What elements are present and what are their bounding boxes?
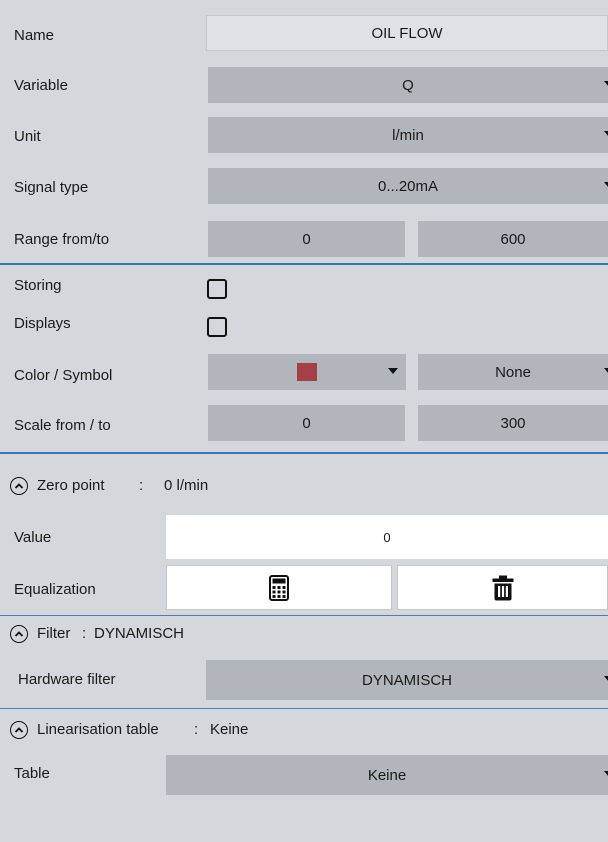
hardware-filter-label: Hardware filter bbox=[18, 671, 116, 688]
symbol-select[interactable]: None bbox=[418, 354, 608, 390]
range-from-input[interactable]: 0 bbox=[208, 221, 405, 257]
range-to-value: 600 bbox=[500, 230, 526, 248]
name-value: OIL FLOW bbox=[371, 24, 443, 42]
color-symbol-label: Color / Symbol bbox=[14, 367, 113, 384]
range-label: Range from/to bbox=[14, 231, 110, 248]
hardware-filter-select[interactable]: DYNAMISCH bbox=[206, 660, 608, 700]
variable-value: Q bbox=[402, 76, 414, 94]
delete-button[interactable] bbox=[397, 565, 608, 610]
linearisation-title: Linearisation table bbox=[37, 721, 159, 738]
chevron-down-icon bbox=[604, 771, 608, 777]
filter-title: Filter bbox=[37, 625, 71, 642]
signal-type-select[interactable]: 0...20mA bbox=[208, 168, 608, 204]
storing-label: Storing bbox=[14, 277, 62, 294]
variable-select[interactable]: Q bbox=[208, 67, 608, 103]
scale-label: Scale from / to bbox=[14, 417, 111, 434]
equalization-label: Equalization bbox=[14, 581, 96, 598]
color-select[interactable] bbox=[208, 354, 406, 390]
scale-from-input[interactable]: 0 bbox=[208, 405, 405, 441]
zero-value-text: 0 bbox=[383, 529, 391, 545]
chevron-down-icon bbox=[604, 131, 608, 137]
chevron-down-icon bbox=[604, 81, 608, 87]
displays-checkbox[interactable] bbox=[207, 317, 227, 337]
trash-icon bbox=[492, 575, 513, 600]
zero-point-title: Zero point bbox=[37, 477, 105, 494]
signal-type-label: Signal type bbox=[14, 179, 89, 196]
name-label: Name bbox=[14, 27, 55, 44]
zero-value-label: Value bbox=[14, 529, 52, 546]
chevron-up-icon[interactable] bbox=[10, 625, 28, 643]
section-separator bbox=[0, 615, 608, 616]
section-separator bbox=[0, 708, 608, 709]
linearisation-value: Keine bbox=[210, 721, 249, 738]
table-value: Keine bbox=[367, 766, 407, 784]
zero-value-input[interactable]: 0 bbox=[166, 515, 608, 559]
symbol-value: None bbox=[495, 363, 531, 381]
table-label: Table bbox=[14, 765, 50, 782]
scale-from-value: 0 bbox=[302, 414, 311, 432]
calculator-icon bbox=[269, 574, 289, 601]
chevron-up-icon[interactable] bbox=[10, 477, 28, 495]
linearisation-separator: : bbox=[194, 721, 199, 738]
chevron-down-icon bbox=[604, 182, 608, 188]
chevron-down-icon bbox=[388, 368, 398, 374]
zero-point-separator: : bbox=[139, 477, 144, 494]
name-field[interactable]: OIL FLOW bbox=[206, 15, 608, 51]
unit-value: l/min bbox=[392, 126, 424, 144]
unit-select[interactable]: l/min bbox=[208, 117, 608, 153]
scale-to-value: 300 bbox=[500, 414, 526, 432]
zero-point-value: 0 l/min bbox=[164, 477, 209, 494]
filter-value: DYNAMISCH bbox=[94, 625, 185, 642]
signal-type-value: 0...20mA bbox=[377, 177, 439, 195]
hardware-filter-value: DYNAMISCH bbox=[361, 671, 452, 689]
chevron-down-icon bbox=[604, 368, 608, 374]
chevron-down-icon bbox=[604, 676, 608, 682]
filter-header[interactable]: Filter : DYNAMISCH bbox=[0, 622, 608, 646]
chevron-up-icon[interactable] bbox=[10, 721, 28, 739]
displays-label: Displays bbox=[14, 315, 71, 332]
unit-label: Unit bbox=[14, 128, 41, 145]
variable-label: Variable bbox=[14, 77, 68, 94]
range-to-input[interactable]: 600 bbox=[418, 221, 608, 257]
section-separator bbox=[0, 263, 608, 265]
section-separator bbox=[0, 452, 608, 454]
storing-checkbox[interactable] bbox=[207, 279, 227, 299]
range-from-value: 0 bbox=[302, 230, 311, 248]
linearisation-header[interactable]: Linearisation table : Keine bbox=[0, 718, 608, 742]
zero-point-header[interactable]: Zero point : 0 l/min bbox=[0, 474, 608, 498]
filter-separator: : bbox=[82, 625, 87, 642]
scale-to-input[interactable]: 300 bbox=[418, 405, 608, 441]
color-swatch bbox=[297, 363, 317, 381]
calculator-button[interactable] bbox=[166, 565, 392, 610]
table-select[interactable]: Keine bbox=[166, 755, 608, 795]
